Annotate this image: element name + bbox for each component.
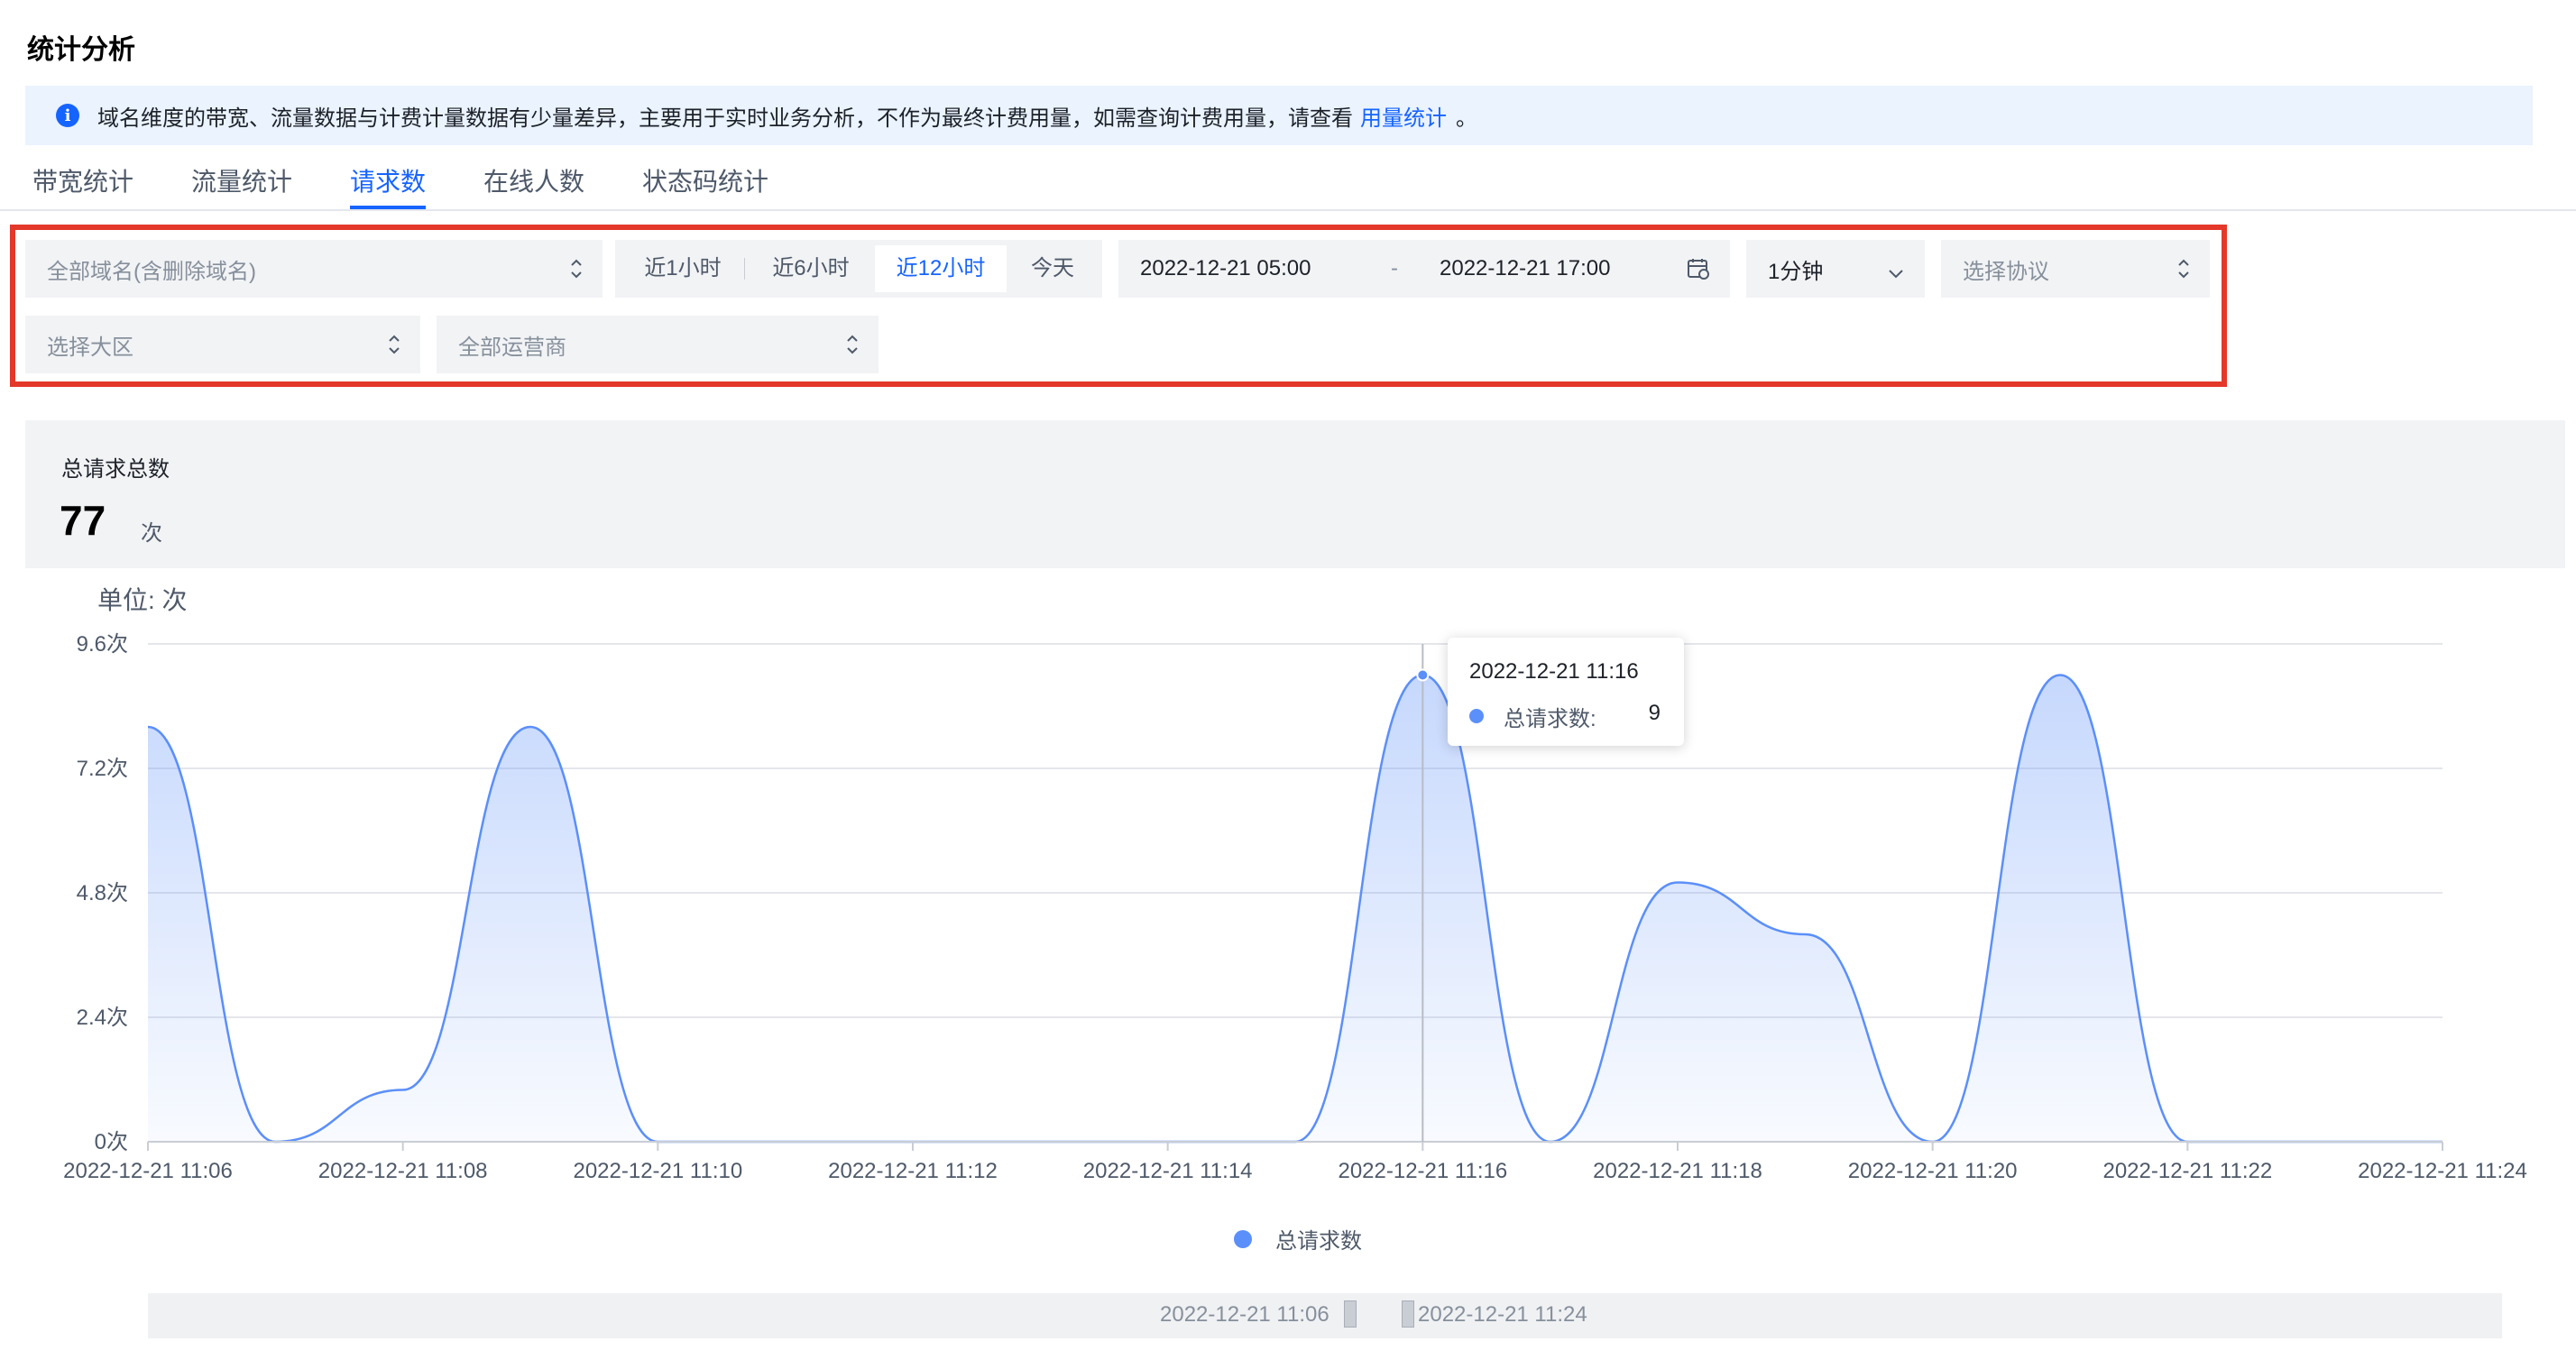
y-tick-label: 7.2次 bbox=[77, 757, 128, 781]
slider-end-label: 2022-12-21 11:24 bbox=[1418, 1302, 1587, 1327]
x-tick-label: 2022-12-21 11:20 bbox=[1848, 1159, 2018, 1183]
x-tick-label: 2022-12-21 11:24 bbox=[2358, 1159, 2527, 1183]
x-tick-label: 2022-12-21 11:10 bbox=[573, 1159, 742, 1183]
tooltip-series: 总请求数: bbox=[1504, 707, 1596, 731]
slider-start-handle[interactable] bbox=[1344, 1300, 1357, 1328]
y-tick-label: 0次 bbox=[95, 1130, 128, 1154]
slider-start-label: 2022-12-21 11:06 bbox=[1160, 1302, 1329, 1327]
y-tick-label: 4.8次 bbox=[77, 881, 128, 905]
y-tick-label: 9.6次 bbox=[77, 632, 128, 657]
x-tick-label: 2022-12-21 11:12 bbox=[828, 1159, 998, 1183]
x-tick-label: 2022-12-21 11:16 bbox=[1338, 1159, 1507, 1183]
y-tick-label: 2.4次 bbox=[77, 1006, 128, 1030]
legend-label: 总请求数 bbox=[1275, 1229, 1362, 1254]
x-tick-label: 2022-12-21 11:18 bbox=[1593, 1159, 1762, 1183]
tooltip-time: 2022-12-21 11:16 bbox=[1469, 659, 1639, 684]
legend-dot-icon bbox=[1234, 1229, 1252, 1248]
series-dot-icon bbox=[1469, 709, 1484, 723]
tooltip-value: 9 bbox=[1648, 701, 1661, 725]
request-chart[interactable]: 0次 2.4次 4.8次 7.2次 9.6次 2022-12-21 11:06 2022-1… bbox=[0, 0, 2576, 1360]
x-tick-label: 2022-12-21 11:08 bbox=[318, 1159, 488, 1183]
hover-point bbox=[1416, 668, 1430, 682]
chart-legend-item[interactable]: 总请求数 bbox=[1234, 1223, 1362, 1254]
x-tick-label: 2022-12-21 11:14 bbox=[1083, 1159, 1253, 1183]
slider-end-handle[interactable] bbox=[1402, 1300, 1414, 1328]
chart-tooltip: 2022-12-21 11:16 总请求数: 9 bbox=[1448, 638, 1684, 746]
x-tick-label: 2022-12-21 11:06 bbox=[63, 1159, 233, 1183]
x-tick-label: 2022-12-21 11:22 bbox=[2102, 1159, 2272, 1183]
